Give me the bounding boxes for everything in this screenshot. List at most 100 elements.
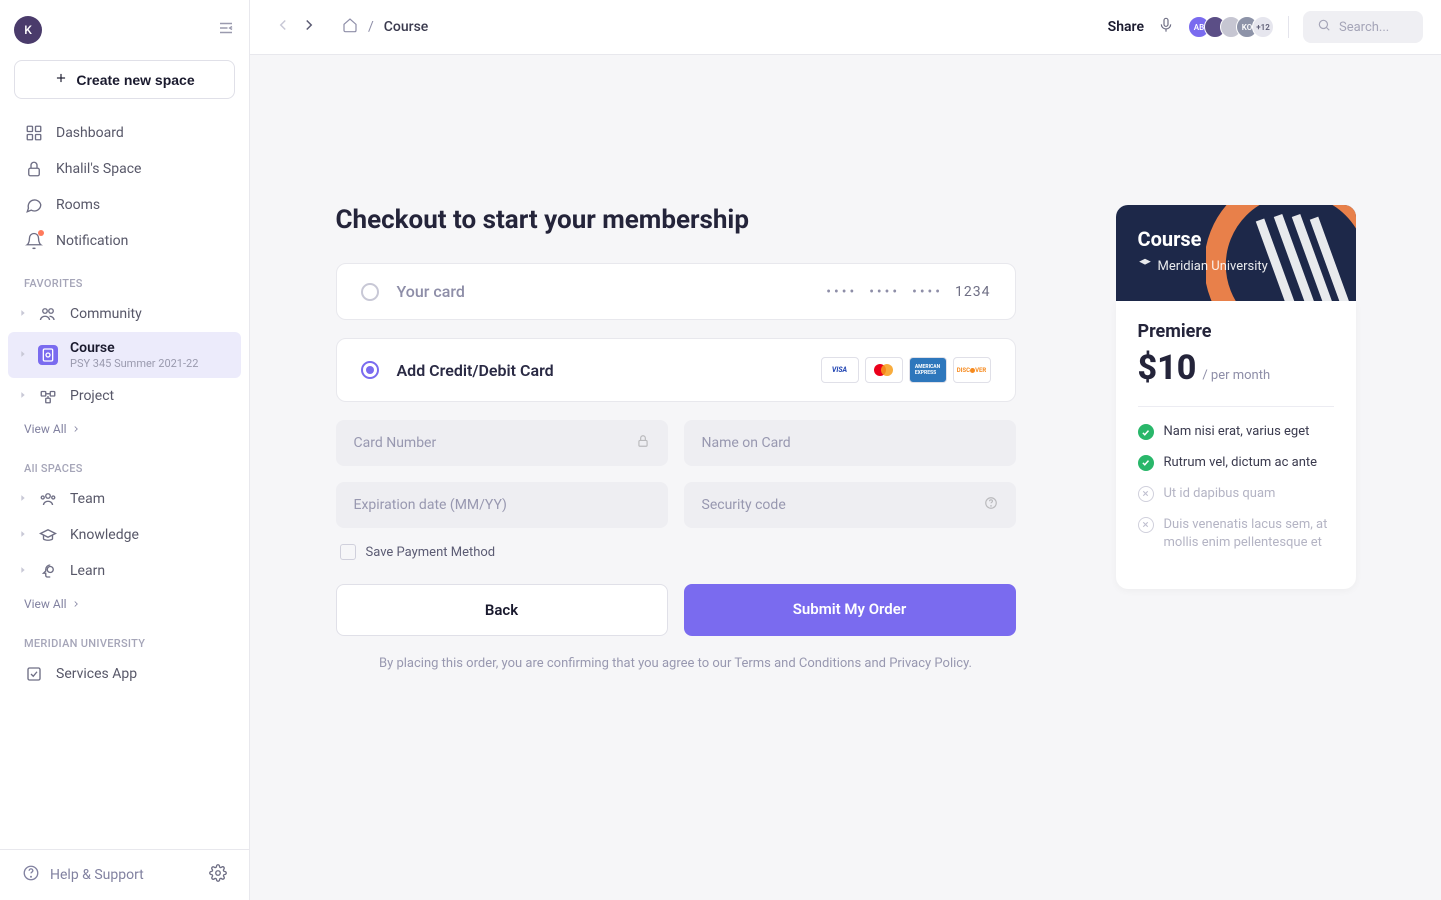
chevron-right-icon: [18, 306, 28, 322]
help-label: Help & Support: [50, 867, 144, 883]
bell-icon: [24, 231, 44, 251]
card-mask: •••••••••••• 1234: [826, 284, 990, 300]
search-placeholder: Search...: [1339, 20, 1389, 35]
nav-back-icon[interactable]: [274, 16, 292, 38]
space-item-knowledge[interactable]: Knowledge: [8, 517, 241, 553]
plan-feature: Nam nisi erat, varius eget: [1138, 423, 1334, 442]
nav-rooms[interactable]: Rooms: [8, 187, 241, 223]
user-avatar[interactable]: K: [14, 16, 42, 44]
mic-icon[interactable]: [1158, 17, 1174, 37]
fav-item-project[interactable]: Project: [8, 378, 241, 414]
main: / Course Share AB KO +12 Search... Check…: [250, 0, 1441, 900]
checkout-form: Checkout to start your membership Your c…: [336, 205, 1016, 900]
checkbox-icon: [24, 664, 44, 684]
nav-dashboard-label: Dashboard: [56, 125, 124, 141]
chevron-right-icon: [18, 491, 28, 507]
plan-header-title: Course: [1138, 227, 1334, 251]
avatar-more: +12: [1252, 16, 1274, 38]
submit-order-button[interactable]: Submit My Order: [684, 584, 1016, 636]
lock-icon: [24, 159, 44, 179]
collapse-sidebar-icon[interactable]: [217, 19, 235, 41]
people-icon: [38, 304, 58, 324]
pay-option-existing-card[interactable]: Your card •••••••••••• 1234: [336, 263, 1016, 320]
plan-header: Course Meridian University: [1116, 205, 1356, 301]
discover-logo: DISCVER: [953, 357, 991, 383]
grid-icon: [24, 123, 44, 143]
disclaimer-text: By placing this order, you are confirmin…: [336, 656, 1016, 671]
help-support-button[interactable]: Help & Support: [22, 864, 144, 886]
nav-forward-icon[interactable]: [300, 16, 318, 38]
fav-community-label: Community: [70, 306, 142, 322]
space-item-team[interactable]: Team: [8, 481, 241, 517]
save-payment-label: Save Payment Method: [366, 545, 496, 560]
nav-my-space[interactable]: Khalil's Space: [8, 151, 241, 187]
amex-logo: AMERICANEXPRESS: [909, 357, 947, 383]
fav-item-course[interactable]: Course PSY 345 Summer 2021-22: [8, 332, 241, 378]
check-icon: [1138, 424, 1154, 440]
pay-option-add-card[interactable]: Add Credit/Debit Card VISA AMERICANEXPRE…: [336, 338, 1016, 402]
plan-feature-text: Ut id dapibus quam: [1164, 485, 1276, 504]
head-icon: [38, 561, 58, 581]
nav-dashboard[interactable]: Dashboard: [8, 115, 241, 151]
settings-icon[interactable]: [209, 864, 227, 886]
help-icon: [22, 864, 40, 886]
x-icon: [1138, 517, 1154, 533]
card-number-placeholder: Card Number: [354, 435, 437, 451]
checkout-title: Checkout to start your membership: [336, 205, 1016, 235]
fav-course-sub: PSY 345 Summer 2021-22: [70, 357, 198, 370]
view-all-favorites[interactable]: View All: [8, 414, 241, 444]
create-space-button[interactable]: Create new space: [14, 60, 235, 99]
share-button[interactable]: Share: [1108, 19, 1144, 35]
checkbox-icon: [340, 544, 356, 560]
cvv-placeholder: Security code: [702, 497, 786, 513]
decor-icon: [1206, 205, 1356, 301]
plan-feature-text: Nam nisi erat, varius eget: [1164, 423, 1310, 442]
cvv-input[interactable]: Security code: [684, 482, 1016, 528]
name-placeholder: Name on Card: [702, 435, 791, 451]
fav-project-label: Project: [70, 388, 114, 404]
save-payment-checkbox[interactable]: Save Payment Method: [340, 544, 1016, 560]
help-icon[interactable]: [984, 496, 998, 514]
create-space-label: Create new space: [76, 72, 194, 88]
meridian-section-label: MERIDIAN UNIVERSITY: [8, 619, 241, 656]
search-input[interactable]: Search...: [1303, 11, 1423, 43]
plan-header-sub: Meridian University: [1138, 257, 1334, 275]
space-team-label: Team: [70, 491, 105, 507]
name-on-card-input[interactable]: Name on Card: [684, 420, 1016, 466]
plan-feature: Rutrum vel, dictum ac ante: [1138, 454, 1334, 473]
lock-icon: [636, 434, 650, 452]
team-icon: [38, 489, 58, 509]
breadcrumb-current[interactable]: Course: [384, 19, 429, 35]
fav-item-community[interactable]: Community: [8, 296, 241, 332]
plan-feature: Ut id dapibus quam: [1138, 485, 1334, 504]
card-logos: VISA AMERICANEXPRESS DISCVER: [821, 357, 991, 383]
x-icon: [1138, 486, 1154, 502]
allspaces-section-label: All SPACES: [8, 444, 241, 481]
radio-unselected: [361, 283, 379, 301]
card-number-input[interactable]: Card Number: [336, 420, 668, 466]
plan-feature: Duis venenatis lacus sem, at mollis enim…: [1138, 516, 1334, 554]
course-icon: [38, 345, 58, 365]
add-card-label: Add Credit/Debit Card: [397, 361, 821, 380]
check-icon: [1138, 455, 1154, 471]
chevron-right-icon: [18, 563, 28, 579]
favorites-section-label: FAVORITES: [8, 259, 241, 296]
nav-notification[interactable]: Notification: [8, 223, 241, 259]
plus-icon: [54, 71, 68, 88]
space-item-learn[interactable]: Learn: [8, 553, 241, 589]
back-button[interactable]: Back: [336, 584, 668, 636]
home-icon[interactable]: [342, 17, 358, 37]
radio-selected: [361, 361, 379, 379]
topbar: / Course Share AB KO +12 Search...: [250, 0, 1441, 55]
plan-period: / per month: [1202, 368, 1270, 383]
visa-logo: VISA: [821, 357, 859, 383]
view-all-spaces[interactable]: View All: [8, 589, 241, 619]
nav-rooms-label: Rooms: [56, 197, 100, 213]
sidebar: K Create new space Dashboard Khalil's Sp…: [0, 0, 250, 900]
meridian-services-label: Services App: [56, 666, 137, 682]
chat-icon: [24, 195, 44, 215]
meridian-services-app[interactable]: Services App: [8, 656, 241, 692]
expiry-input[interactable]: Expiration date (MM/YY): [336, 482, 668, 528]
avatar-stack[interactable]: AB KO +12: [1188, 16, 1274, 38]
chevron-right-icon: [18, 388, 28, 404]
